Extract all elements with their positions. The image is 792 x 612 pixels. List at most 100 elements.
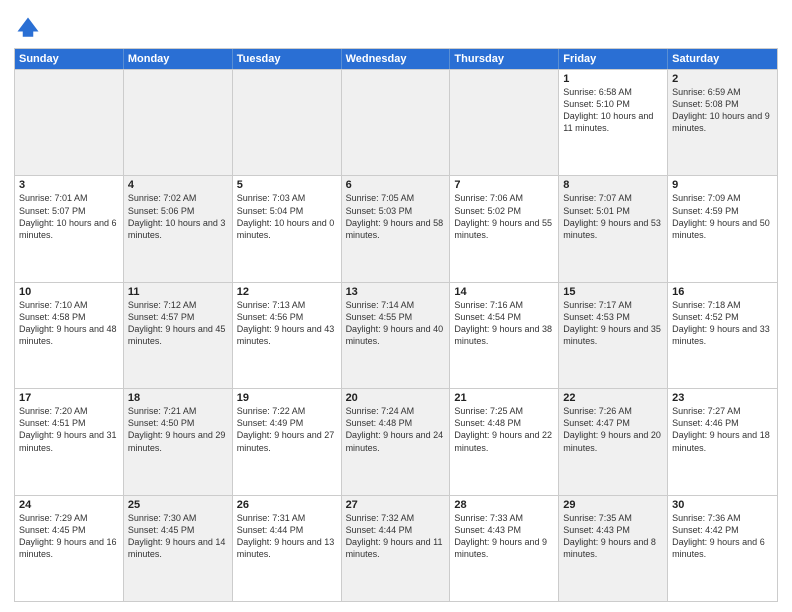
day-cell-25: 25Sunrise: 7:30 AM Sunset: 4:45 PM Dayli… xyxy=(124,496,233,601)
day-cell-8: 8Sunrise: 7:07 AM Sunset: 5:01 PM Daylig… xyxy=(559,176,668,281)
weekday-header-sunday: Sunday xyxy=(15,49,124,69)
empty-cell-0-1 xyxy=(124,70,233,175)
day-info: Sunrise: 7:12 AM Sunset: 4:57 PM Dayligh… xyxy=(128,299,228,348)
calendar-row-3: 17Sunrise: 7:20 AM Sunset: 4:51 PM Dayli… xyxy=(15,388,777,494)
day-number: 2 xyxy=(672,73,773,85)
day-cell-30: 30Sunrise: 7:36 AM Sunset: 4:42 PM Dayli… xyxy=(668,496,777,601)
day-number: 20 xyxy=(346,392,446,404)
day-cell-17: 17Sunrise: 7:20 AM Sunset: 4:51 PM Dayli… xyxy=(15,389,124,494)
day-info: Sunrise: 7:05 AM Sunset: 5:03 PM Dayligh… xyxy=(346,192,446,241)
day-info: Sunrise: 7:17 AM Sunset: 4:53 PM Dayligh… xyxy=(563,299,663,348)
day-cell-6: 6Sunrise: 7:05 AM Sunset: 5:03 PM Daylig… xyxy=(342,176,451,281)
day-cell-16: 16Sunrise: 7:18 AM Sunset: 4:52 PM Dayli… xyxy=(668,283,777,388)
day-cell-12: 12Sunrise: 7:13 AM Sunset: 4:56 PM Dayli… xyxy=(233,283,342,388)
weekday-header-wednesday: Wednesday xyxy=(342,49,451,69)
day-cell-29: 29Sunrise: 7:35 AM Sunset: 4:43 PM Dayli… xyxy=(559,496,668,601)
day-cell-20: 20Sunrise: 7:24 AM Sunset: 4:48 PM Dayli… xyxy=(342,389,451,494)
day-cell-28: 28Sunrise: 7:33 AM Sunset: 4:43 PM Dayli… xyxy=(450,496,559,601)
day-number: 16 xyxy=(672,286,773,298)
day-cell-15: 15Sunrise: 7:17 AM Sunset: 4:53 PM Dayli… xyxy=(559,283,668,388)
day-info: Sunrise: 7:02 AM Sunset: 5:06 PM Dayligh… xyxy=(128,192,228,241)
day-number: 11 xyxy=(128,286,228,298)
day-info: Sunrise: 7:13 AM Sunset: 4:56 PM Dayligh… xyxy=(237,299,337,348)
day-number: 9 xyxy=(672,179,773,191)
day-info: Sunrise: 6:59 AM Sunset: 5:08 PM Dayligh… xyxy=(672,86,773,135)
day-number: 29 xyxy=(563,499,663,511)
day-info: Sunrise: 7:20 AM Sunset: 4:51 PM Dayligh… xyxy=(19,405,119,454)
day-info: Sunrise: 7:06 AM Sunset: 5:02 PM Dayligh… xyxy=(454,192,554,241)
weekday-header-saturday: Saturday xyxy=(668,49,777,69)
day-cell-1: 1Sunrise: 6:58 AM Sunset: 5:10 PM Daylig… xyxy=(559,70,668,175)
day-cell-9: 9Sunrise: 7:09 AM Sunset: 4:59 PM Daylig… xyxy=(668,176,777,281)
empty-cell-0-0 xyxy=(15,70,124,175)
day-info: Sunrise: 7:14 AM Sunset: 4:55 PM Dayligh… xyxy=(346,299,446,348)
day-number: 19 xyxy=(237,392,337,404)
calendar: SundayMondayTuesdayWednesdayThursdayFrid… xyxy=(14,48,778,602)
day-number: 14 xyxy=(454,286,554,298)
weekday-header-friday: Friday xyxy=(559,49,668,69)
day-number: 21 xyxy=(454,392,554,404)
day-info: Sunrise: 7:35 AM Sunset: 4:43 PM Dayligh… xyxy=(563,512,663,561)
day-info: Sunrise: 7:26 AM Sunset: 4:47 PM Dayligh… xyxy=(563,405,663,454)
calendar-row-1: 3Sunrise: 7:01 AM Sunset: 5:07 PM Daylig… xyxy=(15,175,777,281)
day-number: 10 xyxy=(19,286,119,298)
day-number: 1 xyxy=(563,73,663,85)
day-number: 13 xyxy=(346,286,446,298)
weekday-header-monday: Monday xyxy=(124,49,233,69)
day-number: 22 xyxy=(563,392,663,404)
day-cell-26: 26Sunrise: 7:31 AM Sunset: 4:44 PM Dayli… xyxy=(233,496,342,601)
day-number: 27 xyxy=(346,499,446,511)
day-info: Sunrise: 7:36 AM Sunset: 4:42 PM Dayligh… xyxy=(672,512,773,561)
day-cell-7: 7Sunrise: 7:06 AM Sunset: 5:02 PM Daylig… xyxy=(450,176,559,281)
calendar-row-2: 10Sunrise: 7:10 AM Sunset: 4:58 PM Dayli… xyxy=(15,282,777,388)
day-info: Sunrise: 7:21 AM Sunset: 4:50 PM Dayligh… xyxy=(128,405,228,454)
day-cell-4: 4Sunrise: 7:02 AM Sunset: 5:06 PM Daylig… xyxy=(124,176,233,281)
day-cell-24: 24Sunrise: 7:29 AM Sunset: 4:45 PM Dayli… xyxy=(15,496,124,601)
day-number: 24 xyxy=(19,499,119,511)
day-cell-27: 27Sunrise: 7:32 AM Sunset: 4:44 PM Dayli… xyxy=(342,496,451,601)
empty-cell-0-3 xyxy=(342,70,451,175)
empty-cell-0-2 xyxy=(233,70,342,175)
day-info: Sunrise: 7:03 AM Sunset: 5:04 PM Dayligh… xyxy=(237,192,337,241)
day-info: Sunrise: 7:27 AM Sunset: 4:46 PM Dayligh… xyxy=(672,405,773,454)
day-cell-18: 18Sunrise: 7:21 AM Sunset: 4:50 PM Dayli… xyxy=(124,389,233,494)
day-number: 28 xyxy=(454,499,554,511)
day-cell-10: 10Sunrise: 7:10 AM Sunset: 4:58 PM Dayli… xyxy=(15,283,124,388)
day-info: Sunrise: 7:32 AM Sunset: 4:44 PM Dayligh… xyxy=(346,512,446,561)
day-cell-11: 11Sunrise: 7:12 AM Sunset: 4:57 PM Dayli… xyxy=(124,283,233,388)
day-info: Sunrise: 7:10 AM Sunset: 4:58 PM Dayligh… xyxy=(19,299,119,348)
day-info: Sunrise: 7:07 AM Sunset: 5:01 PM Dayligh… xyxy=(563,192,663,241)
day-number: 18 xyxy=(128,392,228,404)
day-cell-21: 21Sunrise: 7:25 AM Sunset: 4:48 PM Dayli… xyxy=(450,389,559,494)
day-number: 17 xyxy=(19,392,119,404)
weekday-header-tuesday: Tuesday xyxy=(233,49,342,69)
empty-cell-0-4 xyxy=(450,70,559,175)
day-number: 25 xyxy=(128,499,228,511)
day-info: Sunrise: 7:24 AM Sunset: 4:48 PM Dayligh… xyxy=(346,405,446,454)
day-cell-14: 14Sunrise: 7:16 AM Sunset: 4:54 PM Dayli… xyxy=(450,283,559,388)
day-info: Sunrise: 7:22 AM Sunset: 4:49 PM Dayligh… xyxy=(237,405,337,454)
day-info: Sunrise: 7:33 AM Sunset: 4:43 PM Dayligh… xyxy=(454,512,554,561)
day-cell-3: 3Sunrise: 7:01 AM Sunset: 5:07 PM Daylig… xyxy=(15,176,124,281)
day-number: 15 xyxy=(563,286,663,298)
day-cell-22: 22Sunrise: 7:26 AM Sunset: 4:47 PM Dayli… xyxy=(559,389,668,494)
calendar-body: 1Sunrise: 6:58 AM Sunset: 5:10 PM Daylig… xyxy=(15,69,777,601)
day-cell-5: 5Sunrise: 7:03 AM Sunset: 5:04 PM Daylig… xyxy=(233,176,342,281)
day-info: Sunrise: 7:18 AM Sunset: 4:52 PM Dayligh… xyxy=(672,299,773,348)
logo-icon xyxy=(14,14,42,42)
weekday-header-thursday: Thursday xyxy=(450,49,559,69)
day-info: Sunrise: 7:09 AM Sunset: 4:59 PM Dayligh… xyxy=(672,192,773,241)
day-info: Sunrise: 6:58 AM Sunset: 5:10 PM Dayligh… xyxy=(563,86,663,135)
day-number: 12 xyxy=(237,286,337,298)
page: SundayMondayTuesdayWednesdayThursdayFrid… xyxy=(0,0,792,612)
day-cell-13: 13Sunrise: 7:14 AM Sunset: 4:55 PM Dayli… xyxy=(342,283,451,388)
day-number: 6 xyxy=(346,179,446,191)
day-number: 23 xyxy=(672,392,773,404)
header xyxy=(14,10,778,42)
day-cell-23: 23Sunrise: 7:27 AM Sunset: 4:46 PM Dayli… xyxy=(668,389,777,494)
day-info: Sunrise: 7:30 AM Sunset: 4:45 PM Dayligh… xyxy=(128,512,228,561)
day-number: 26 xyxy=(237,499,337,511)
day-number: 7 xyxy=(454,179,554,191)
day-info: Sunrise: 7:16 AM Sunset: 4:54 PM Dayligh… xyxy=(454,299,554,348)
day-info: Sunrise: 7:25 AM Sunset: 4:48 PM Dayligh… xyxy=(454,405,554,454)
